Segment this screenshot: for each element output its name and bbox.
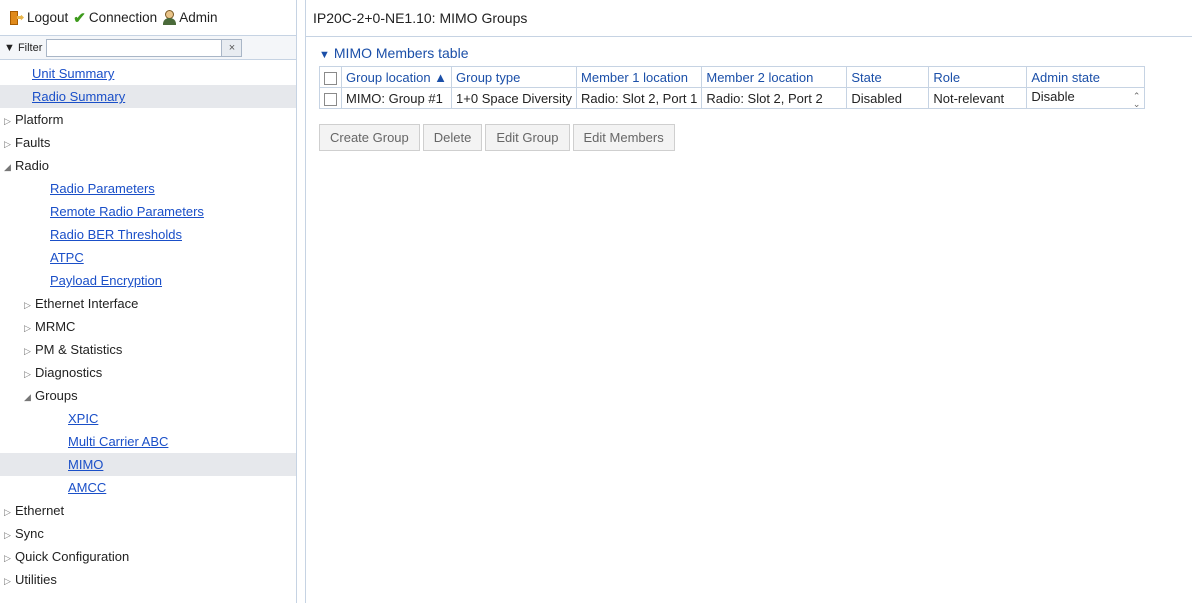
tree-item-unit-summary[interactable]: Unit Summary — [0, 62, 296, 85]
admin-button[interactable]: Admin — [162, 10, 217, 25]
action-buttons: Create Group Delete Edit Group Edit Memb… — [319, 124, 678, 151]
column-header-member-1-location[interactable]: Member 1 location — [576, 66, 703, 88]
tree-item-radio[interactable]: ◢ Radio — [0, 154, 296, 177]
cell-group-location: MIMO: Group #1 — [340, 87, 453, 109]
scroll-arrows-icon[interactable]: ⌃ ⌄ — [1133, 91, 1141, 108]
admin-state-value: Disable — [1031, 88, 1075, 104]
collapse-caret-icon: ▼ — [319, 49, 330, 61]
expand-arrow-icon: ▷ — [4, 530, 11, 540]
tree-item-platform[interactable]: ▷ Platform — [0, 108, 296, 131]
tree-item-atpc[interactable]: ATPC — [0, 246, 296, 269]
logout-button[interactable]: Logout — [10, 10, 68, 25]
row-select-cell — [319, 87, 342, 109]
filter-label: Filter — [17, 41, 43, 54]
tree-item-amcc[interactable]: AMCC — [0, 476, 296, 499]
column-header-member-2-location[interactable]: Member 2 location — [701, 66, 848, 88]
table-header-row: Group location ▲ Group type Member 1 loc… — [319, 66, 1146, 88]
expand-arrow-icon: ▷ — [24, 369, 31, 379]
table-row[interactable]: MIMO: Group #1 1+0 Space Diversity Radio… — [319, 87, 1146, 109]
expand-arrow-icon: ▷ — [24, 346, 31, 356]
connection-label: Connection — [88, 10, 158, 25]
main-panel: IP20C-2+0-NE1.10: MIMO Groups ▼ MIMO Memb… — [305, 0, 1192, 603]
column-header-state[interactable]: State — [846, 66, 930, 88]
tree-item-radio-parameters[interactable]: Radio Parameters — [0, 177, 296, 200]
expand-arrow-icon: ▷ — [24, 323, 31, 333]
row-checkbox[interactable] — [324, 92, 337, 106]
tree-item-mrmc[interactable]: ▷ MRMC — [0, 315, 296, 338]
checkmark-icon: ✔ — [73, 9, 86, 27]
tree-item-ethernet-interface[interactable]: ▷ Ethernet Interface — [0, 292, 296, 315]
connection-button[interactable]: ✔ Connection — [73, 9, 157, 27]
tree-item-sync[interactable]: ▷ Sync — [0, 522, 296, 545]
cell-admin-state: Disable ⌃ ⌄ — [1026, 87, 1146, 109]
mimo-members-table: Group location ▲ Group type Member 1 loc… — [319, 66, 1146, 109]
logout-icon — [10, 10, 24, 25]
collapse-arrow-icon: ◢ — [4, 162, 11, 172]
cell-member-2-location: Radio: Slot 2, Port 2 — [701, 87, 848, 109]
tree-item-xpic[interactable]: XPIC — [0, 407, 296, 430]
collapse-arrow-icon: ◢ — [24, 392, 31, 402]
tree-item-remote-radio-parameters[interactable]: Remote Radio Parameters — [0, 200, 296, 223]
admin-label: Admin — [179, 10, 218, 25]
tree-item-utilities[interactable]: ▷ Utilities — [0, 568, 296, 591]
expand-arrow-icon: ▷ — [4, 116, 11, 126]
filter-bar: ▼ Filter × — [0, 36, 296, 60]
create-group-button[interactable]: Create Group — [319, 124, 420, 151]
filter-toggle[interactable]: ▼ Filter — [4, 42, 42, 54]
tree-item-quick-configuration[interactable]: ▷ Quick Configuration — [0, 545, 296, 568]
user-icon — [162, 10, 177, 25]
filter-input[interactable] — [46, 38, 223, 57]
tree-item-ethernet[interactable]: ▷ Ethernet — [0, 499, 296, 522]
cell-state: Disabled — [846, 87, 930, 109]
select-all-cell — [319, 66, 342, 88]
column-header-group-type[interactable]: Group type — [451, 66, 578, 88]
mimo-members-table-toggle[interactable]: ▼ MIMO Members table — [319, 45, 468, 61]
tree-item-diagnostics[interactable]: ▷ Diagnostics — [0, 361, 296, 384]
tree-item-faults[interactable]: ▷ Faults — [0, 131, 296, 154]
expand-arrow-icon: ▷ — [24, 300, 31, 310]
edit-group-button[interactable]: Edit Group — [485, 124, 570, 151]
tree-item-multi-carrier-abc[interactable]: Multi Carrier ABC — [0, 430, 296, 453]
expand-arrow-icon: ▷ — [4, 507, 11, 517]
column-header-role[interactable]: Role — [928, 66, 1028, 88]
sidebar: Logout ✔ Connection Admin ▼ Filter × Uni… — [0, 0, 297, 603]
page-title: IP20C-2+0-NE1.10: MIMO Groups — [306, 0, 1192, 37]
select-all-checkbox[interactable] — [324, 71, 337, 85]
section-title-label: MIMO Members table — [333, 45, 469, 61]
tree-item-groups[interactable]: ◢ Groups — [0, 384, 296, 407]
expand-arrow-icon: ▷ — [4, 576, 11, 586]
tree-item-mimo[interactable]: MIMO — [0, 453, 296, 476]
edit-members-button[interactable]: Edit Members — [572, 124, 675, 151]
cell-group-type: 1+0 Space Diversity — [451, 87, 578, 109]
cell-member-1-location: Radio: Slot 2, Port 1 — [576, 87, 703, 109]
tree-item-radio-summary[interactable]: Radio Summary — [0, 85, 296, 108]
column-header-group-location[interactable]: Group location ▲ — [340, 66, 453, 88]
expand-arrow-icon: ▷ — [4, 139, 11, 149]
tree-item-pm-statistics[interactable]: ▷ PM & Statistics — [0, 338, 296, 361]
logout-label: Logout — [27, 10, 69, 25]
column-header-admin-state[interactable]: Admin state — [1026, 66, 1146, 88]
delete-button[interactable]: Delete — [422, 124, 483, 151]
tree-item-radio-ber-thresholds[interactable]: Radio BER Thresholds — [0, 223, 296, 246]
navigation-tree: Unit Summary Radio Summary ▷ Platform ▷ Fa… — [0, 60, 296, 591]
tree-item-payload-encryption[interactable]: Payload Encryption — [0, 269, 296, 292]
expand-arrow-icon: ▷ — [4, 553, 11, 563]
cell-role: Not-relevant — [928, 87, 1028, 109]
clear-filter-button[interactable]: × — [222, 38, 243, 57]
top-toolbar: Logout ✔ Connection Admin — [0, 0, 296, 36]
